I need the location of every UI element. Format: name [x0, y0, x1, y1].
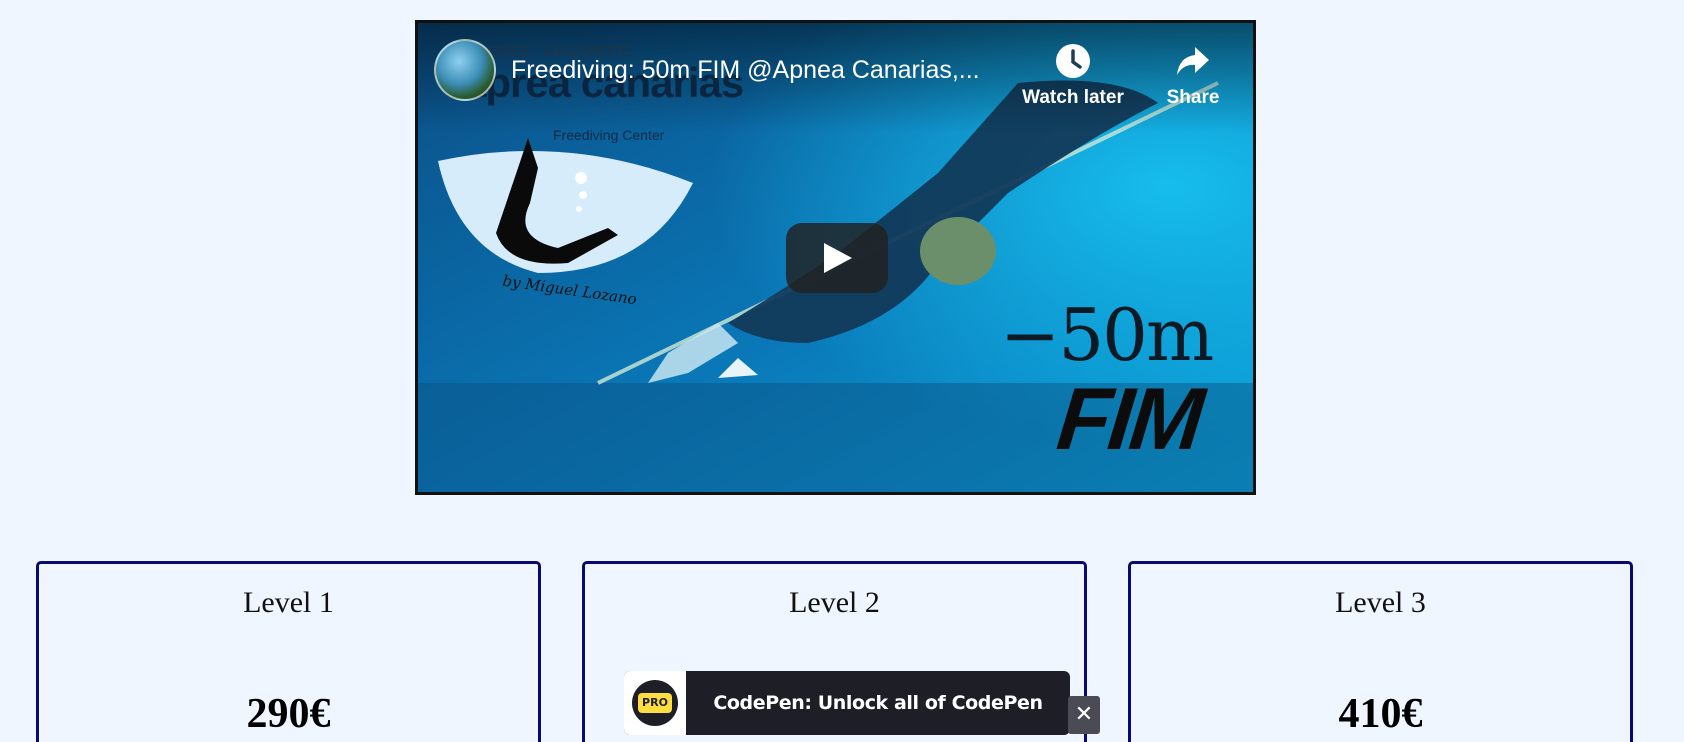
- clock-icon: [1056, 44, 1090, 78]
- codepen-pro-toast[interactable]: PRO CodePen: Unlock all of CodePen: [624, 671, 1070, 735]
- pro-badge-label: PRO: [638, 693, 672, 713]
- card-level-title: Level 3: [1335, 586, 1426, 619]
- channel-logo-subtitle: Freediving Center: [553, 127, 665, 143]
- video-player[interactable]: ERIFE · LANZAROTE aprea canarias Freediv…: [415, 20, 1256, 495]
- toast-message[interactable]: CodePen: Unlock all of CodePen: [686, 671, 1070, 735]
- pro-badge-icon: PRO: [632, 680, 678, 726]
- card-level-title: Level 1: [243, 586, 334, 619]
- share-label: Share: [1166, 87, 1220, 108]
- watch-later-label: Watch later: [1022, 87, 1124, 108]
- video-title[interactable]: Freediving: 50m FIM @Apnea Canarias,...: [511, 56, 1001, 85]
- video-overlay-depth: −50m: [1000, 293, 1214, 377]
- card-level-title: Level 2: [789, 586, 880, 619]
- pro-badge-container: PRO: [624, 671, 686, 735]
- share-button[interactable]: Share: [1133, 41, 1253, 109]
- channel-avatar[interactable]: [434, 39, 496, 101]
- card-price: 290€: [246, 691, 331, 737]
- play-button[interactable]: [786, 223, 888, 293]
- share-arrow-icon: [1177, 47, 1209, 75]
- close-icon[interactable]: ✕: [1068, 696, 1100, 734]
- play-icon: [824, 243, 852, 273]
- video-overlay-discipline: FIM: [1052, 369, 1206, 468]
- watch-later-button[interactable]: Watch later: [1013, 41, 1133, 109]
- pricing-card-level-1: Level 1 290€: [36, 561, 541, 742]
- card-price: 410€: [1338, 691, 1423, 737]
- pricing-card-level-3: Level 3 410€: [1128, 561, 1633, 742]
